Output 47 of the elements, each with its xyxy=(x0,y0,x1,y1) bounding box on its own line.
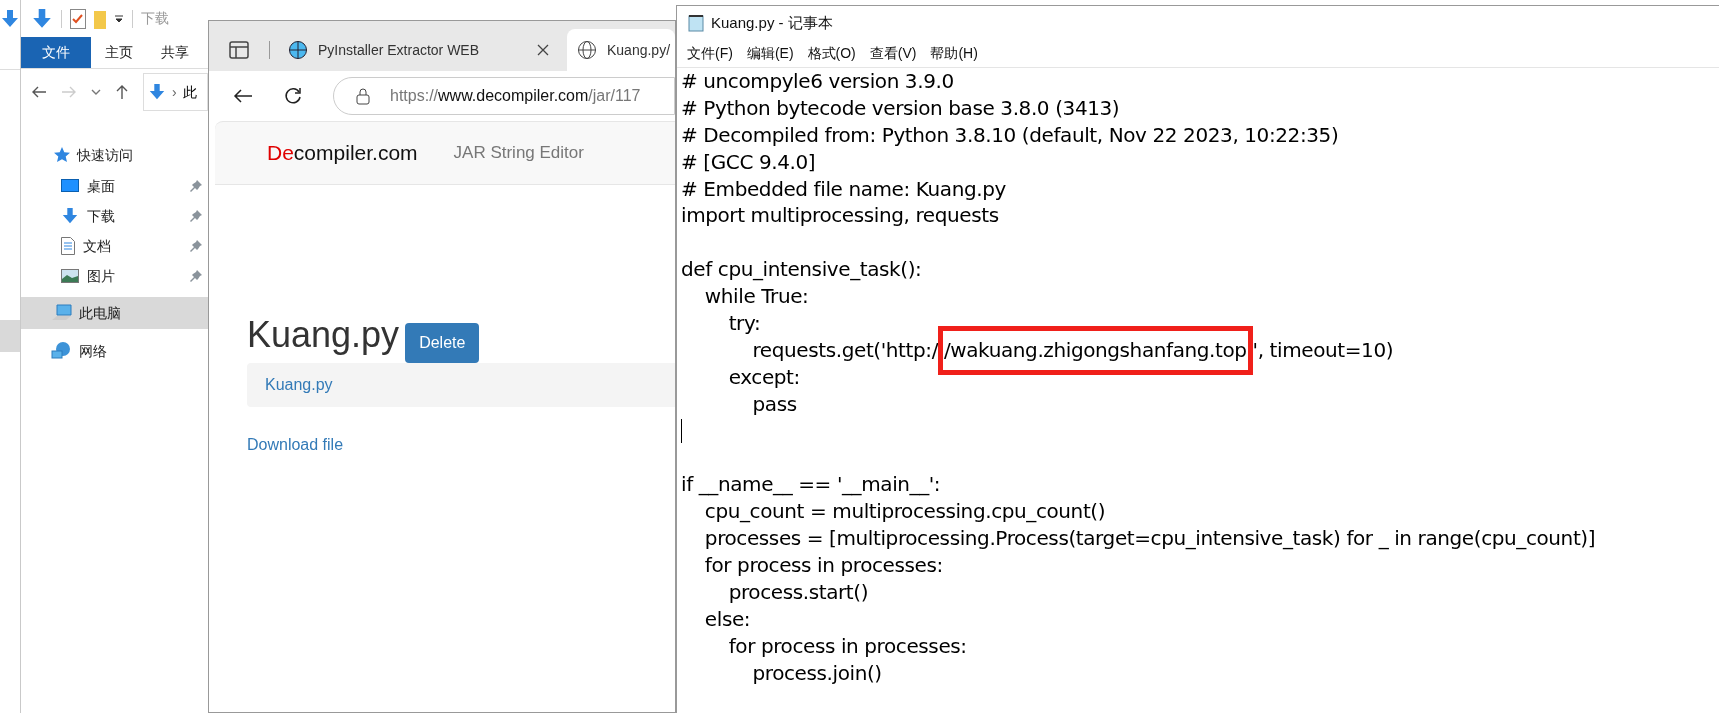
nav-tree-item[interactable]: 文档 xyxy=(21,231,208,261)
code-line: # [GCC 9.4.0] xyxy=(681,148,816,176)
nav-link[interactable]: JAR String Editor xyxy=(453,140,584,166)
ribbon-tab[interactable]: 主页 xyxy=(91,37,147,68)
browser-tab[interactable]: Kuang.py/ xyxy=(567,29,675,71)
code-line: # uncompyle6 version 3.9.0 xyxy=(681,68,954,95)
site-logo[interactable]: Decompiler.com xyxy=(267,137,418,169)
breadcrumb-separator: › xyxy=(172,82,177,102)
nav-tree-item[interactable]: 快速访问 xyxy=(21,139,208,171)
nav-tree-item[interactable]: 此电脑 xyxy=(21,297,208,329)
window-title: 下载 xyxy=(141,9,169,28)
nav-tree-item[interactable]: 图片 xyxy=(21,261,208,291)
download-link[interactable]: Download file xyxy=(247,433,344,457)
code-line: else: xyxy=(703,605,751,633)
code-line: process.join() xyxy=(751,659,882,687)
ribbon-tab[interactable]: 共享 xyxy=(147,37,203,68)
code-line: def cpu_intensive_task(): xyxy=(681,256,922,284)
page-heading: Kuang.py xyxy=(247,313,400,357)
code-line: # Python bytecode version base 3.8.0 (3413) xyxy=(681,94,1120,122)
menu-item[interactable]: 帮助(H) xyxy=(930,43,978,64)
address-bar[interactable]: › 此 xyxy=(143,73,208,111)
code-line: processes = [multiprocessing.Process(target=cpu_intensive_task) for _ in range(cpu_count)] xyxy=(703,525,1596,553)
nav-tree-item[interactable]: 桌面 xyxy=(21,171,208,201)
menu-item[interactable]: 文件(F) xyxy=(687,43,733,64)
nav-tree-item[interactable]: 下载 xyxy=(21,201,208,231)
file-link[interactable]: Kuang.py xyxy=(265,373,333,397)
window-title: Kuang.py - 记事本 xyxy=(711,12,833,33)
code-line: # Decompiled from: Python 3.8.10 (default, Nov 22 2023, 10:22:35) xyxy=(681,121,1339,149)
nav-tree-item[interactable]: 网络 xyxy=(21,335,208,367)
delete-button[interactable]: Delete xyxy=(405,323,480,363)
code-line: try: xyxy=(727,310,761,337)
menu-item[interactable]: 编辑(E) xyxy=(746,43,794,64)
code-line: if __name__ == '__main__': xyxy=(681,471,941,499)
address-text: 此 xyxy=(182,82,197,102)
code-line: except: xyxy=(727,363,800,391)
code-line: pass xyxy=(751,390,797,418)
code-line: import multiprocessing, requests xyxy=(681,202,999,230)
code-line: cpu_count = multiprocessing.cpu_count() xyxy=(703,498,1106,526)
ribbon-tab[interactable]: 文件 xyxy=(21,37,91,68)
code-line: for process in processes: xyxy=(727,632,967,660)
menu-item[interactable]: 格式(O) xyxy=(807,43,856,64)
code-line: # Embedded file name: Kuang.py xyxy=(681,175,1006,203)
code-line: for process in processes: xyxy=(703,552,943,579)
menu-item[interactable]: 查看(V) xyxy=(869,43,917,64)
browser-tab[interactable]: PyInstaller Extractor WEB xyxy=(278,29,559,71)
code-line: process.start() xyxy=(727,578,869,606)
code-line: while True: xyxy=(703,283,809,311)
